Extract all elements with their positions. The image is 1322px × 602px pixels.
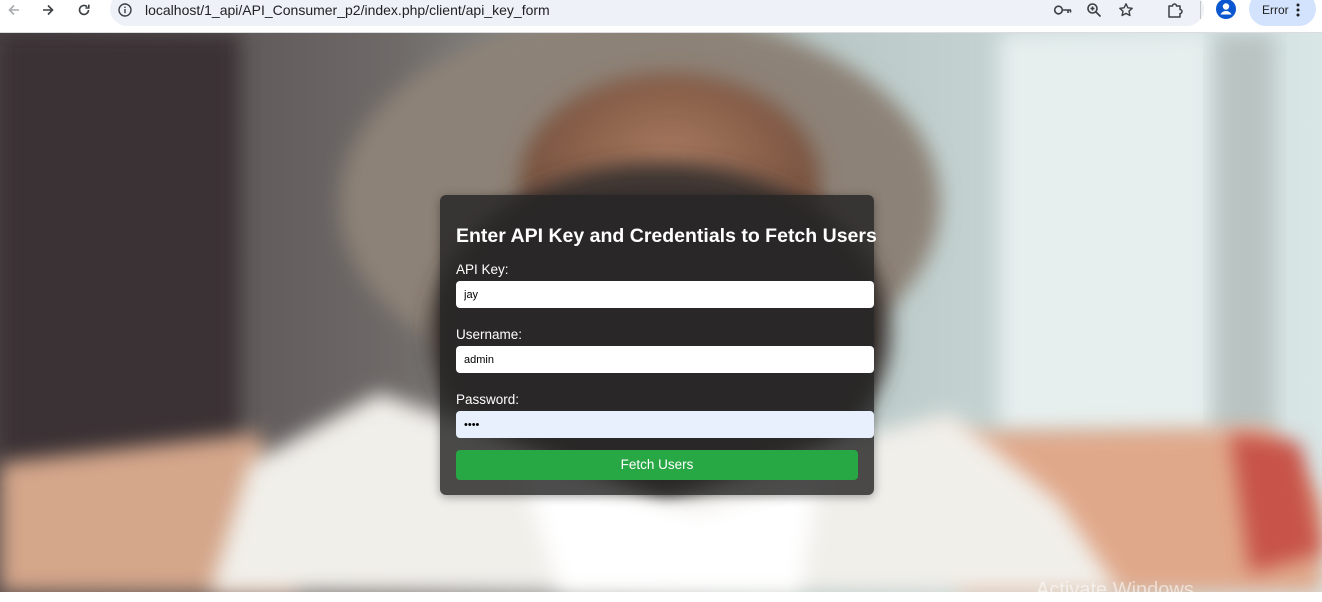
zoom-icon[interactable] [1084,1,1104,19]
url-text[interactable]: localhost/1_api/API_Consumer_p2/index.ph… [145,2,550,18]
fetch-users-button[interactable]: Fetch Users [456,450,858,480]
api-key-input[interactable] [456,281,874,308]
api-key-label: API Key: [456,262,509,277]
password-label: Password: [456,392,520,407]
password-input[interactable] [456,411,874,438]
bookmark-star-icon[interactable] [1116,1,1136,19]
site-info-icon[interactable] [116,1,134,19]
form-title: Enter API Key and Credentials to Fetch U… [456,225,877,247]
forward-icon[interactable] [34,0,62,20]
username-input[interactable] [456,346,874,373]
browser-toolbar: localhost/1_api/API_Consumer_p2/index.ph… [0,0,1322,33]
reload-icon[interactable] [70,0,98,20]
profile-error-label: Error [1262,3,1289,17]
activate-windows-watermark: Activate Windows [1036,579,1194,601]
extensions-icon[interactable] [1165,1,1185,19]
password-key-icon[interactable] [1053,1,1073,19]
menu-kebab-icon[interactable] [1292,1,1304,19]
back-icon[interactable] [0,0,28,20]
profile-avatar-icon[interactable] [1215,0,1237,20]
toolbar-divider [1200,1,1201,19]
username-label: Username: [456,327,523,342]
